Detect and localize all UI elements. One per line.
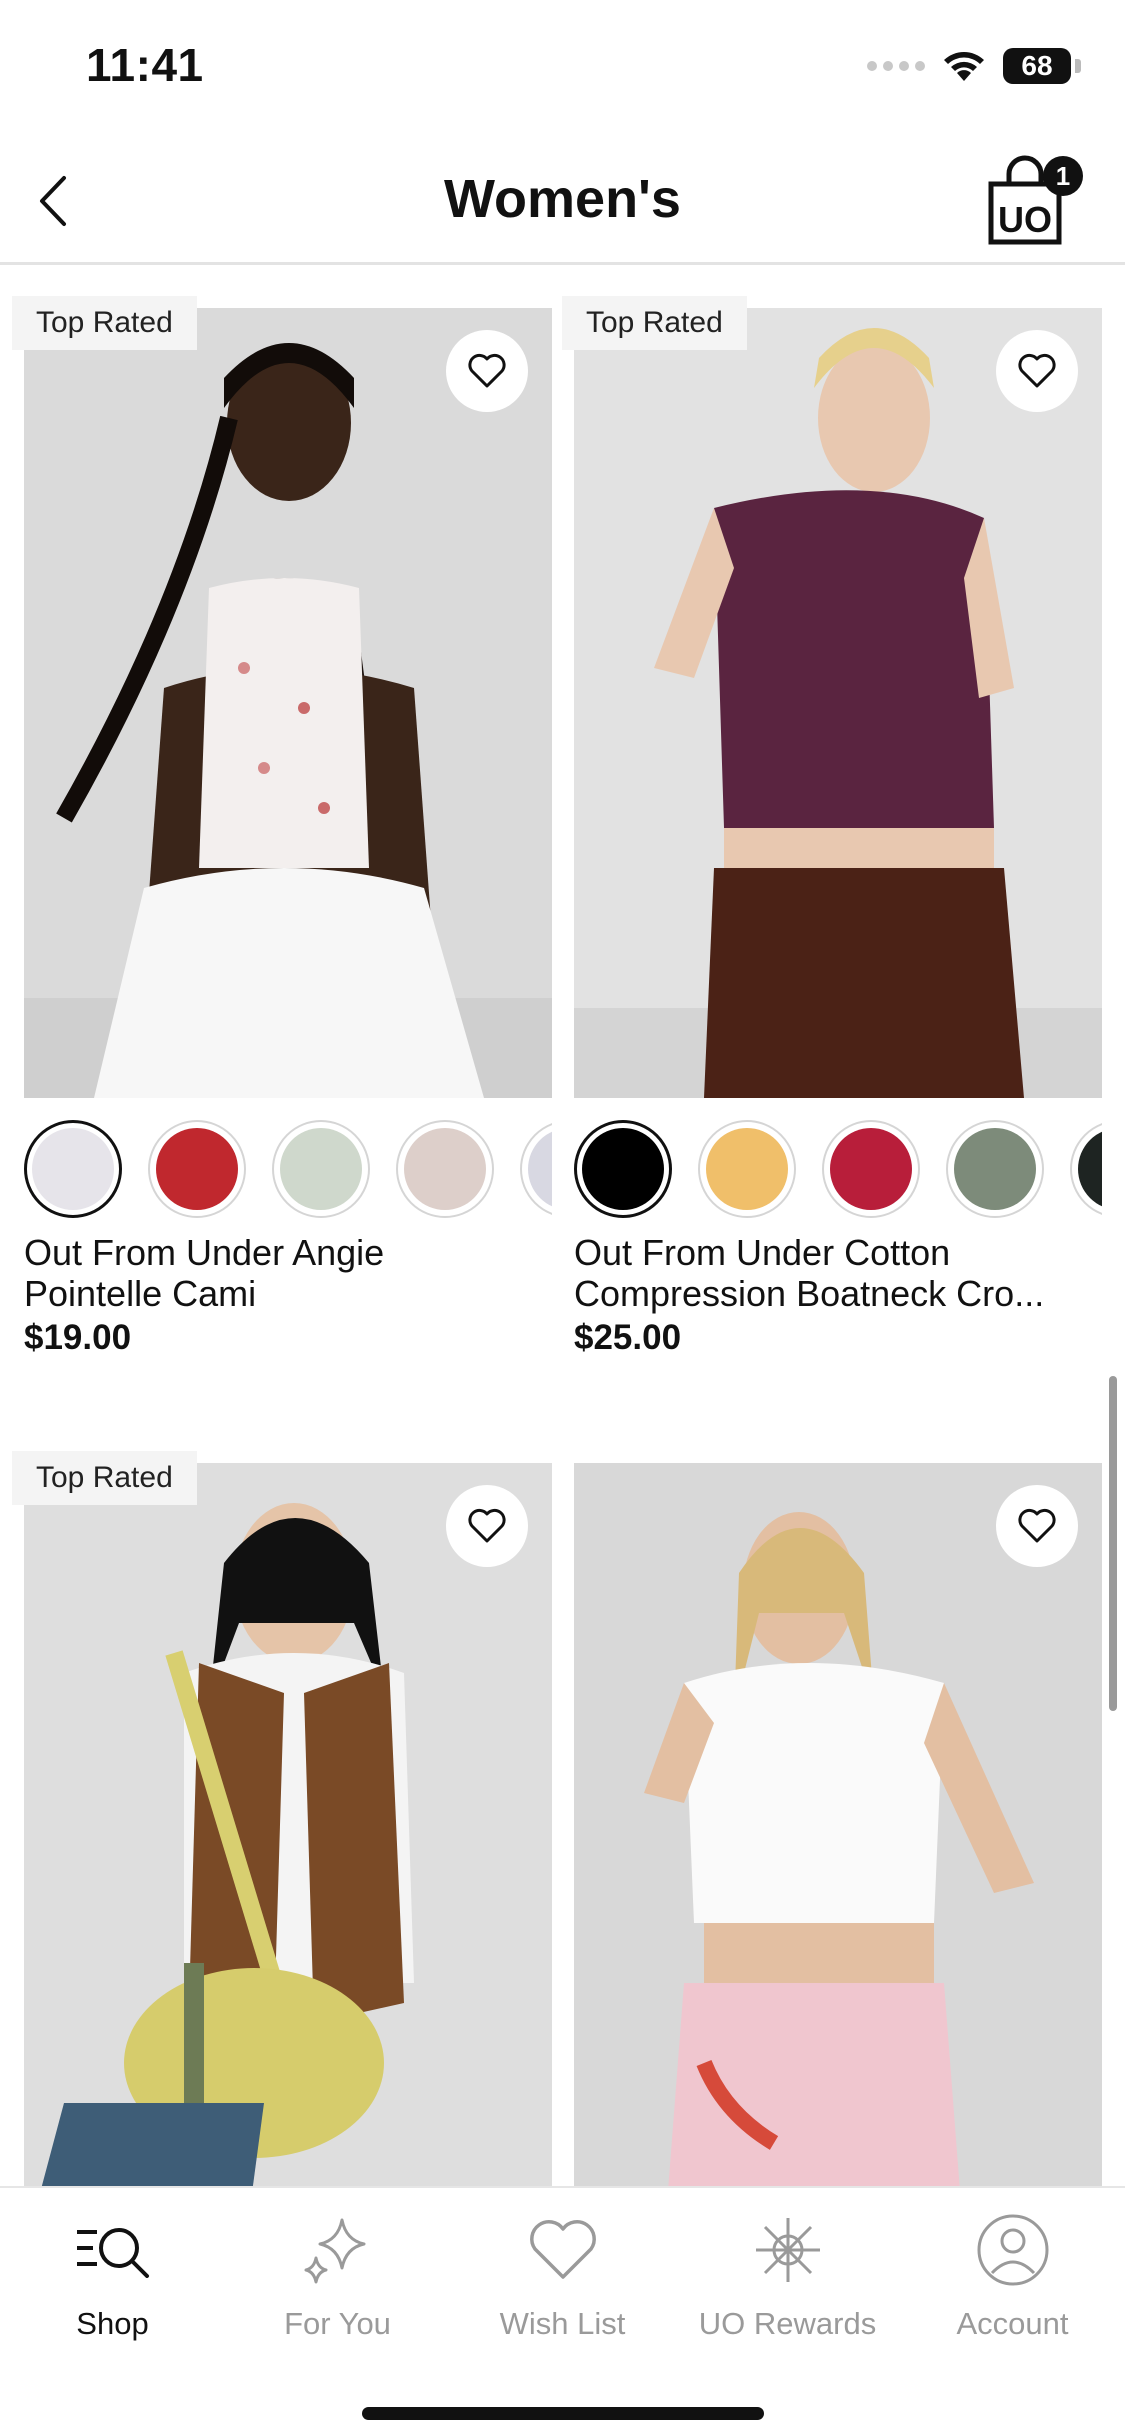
heart-outline-icon: [468, 353, 506, 388]
page-title: Women's: [444, 169, 681, 229]
wishlist-heart-button[interactable]: [996, 330, 1078, 412]
account-icon: [977, 2214, 1048, 2286]
product-name-line: Out From Under Cotton: [574, 1232, 951, 1273]
tab-label: Account: [956, 2306, 1069, 2341]
heart-outline-icon: [468, 1508, 506, 1543]
heart-outline-icon: [1018, 353, 1056, 388]
product-image[interactable]: [24, 308, 552, 1098]
wishlist-heart-button[interactable]: [446, 1485, 528, 1567]
top-rated-badge: Top Rated: [12, 1451, 197, 1505]
product-name-line: Pointelle Cami: [24, 1273, 257, 1314]
tab-label: For You: [284, 2306, 391, 2341]
color-swatch[interactable]: [822, 1120, 920, 1218]
product-name[interactable]: Out From Under Angie Pointelle Cami: [24, 1232, 552, 1314]
product-image[interactable]: [24, 1463, 552, 2186]
wishlist-heart-button[interactable]: [996, 1485, 1078, 1567]
color-swatch[interactable]: [272, 1120, 370, 1218]
product-image[interactable]: [574, 1463, 1102, 2186]
status-time: 11:41: [86, 39, 204, 91]
tab-label: UO Rewards: [698, 2306, 877, 2341]
tab-label: Shop: [76, 2306, 149, 2341]
top-rated-badge: Top Rated: [12, 296, 197, 350]
product-name[interactable]: Out From Under Cotton Compression Boatne…: [574, 1232, 1102, 1314]
product-name-line: Out From Under Angie: [24, 1232, 385, 1273]
shopping-bag-button[interactable]: UO 1: [985, 154, 1083, 254]
color-swatch[interactable]: [520, 1120, 552, 1218]
home-indicator: [362, 2407, 764, 2420]
tab-for-you[interactable]: For You: [228, 2210, 448, 2342]
product-price: $25.00: [574, 1318, 682, 1357]
color-swatch[interactable]: [698, 1120, 796, 1218]
tab-label: Wish List: [499, 2306, 626, 2341]
scroll-indicator[interactable]: [1109, 1376, 1117, 1711]
tab-wish-list[interactable]: Wish List: [453, 2210, 673, 2342]
color-swatch[interactable]: [574, 1120, 672, 1218]
tab-uo-rewards[interactable]: UO Rewards: [678, 2210, 898, 2342]
nav-header: Women's UO 1: [0, 140, 1125, 265]
status-bar: 11:41 68: [0, 0, 1125, 140]
sparkle-icon: [304, 2218, 365, 2284]
wifi-icon: [944, 52, 984, 81]
battery-icon: 68: [1003, 48, 1071, 84]
cellular-signal-icon: [867, 61, 925, 71]
status-icons: 68: [867, 48, 1081, 84]
svg-text:UO: UO: [998, 199, 1052, 240]
rewards-star-icon: [755, 2218, 820, 2282]
tab-shop[interactable]: Shop: [3, 2210, 223, 2342]
color-swatch[interactable]: [1070, 1120, 1102, 1218]
battery-cap: [1075, 59, 1081, 73]
shop-search-icon: [76, 2228, 149, 2278]
bag-count-badge: 1: [1043, 156, 1083, 196]
wishlist-heart-button[interactable]: [446, 330, 528, 412]
color-swatch[interactable]: [24, 1120, 122, 1218]
battery-level: 68: [1021, 50, 1053, 81]
color-swatch[interactable]: [148, 1120, 246, 1218]
heart-outline-icon: [1018, 1508, 1056, 1543]
tab-account[interactable]: Account: [903, 2210, 1123, 2342]
product-grid: Top Rated Out From Under Angie Pointelle…: [0, 268, 1125, 2186]
color-swatch[interactable]: [946, 1120, 1044, 1218]
color-swatches: [574, 1120, 1102, 1220]
product-image[interactable]: [574, 308, 1102, 1098]
color-swatches: [24, 1120, 552, 1220]
tab-bar: Shop For You Wish List UO Rewards Accoun…: [0, 2186, 1125, 2436]
product-name-line: Compression Boatneck Cro...: [574, 1273, 1045, 1314]
product-price: $19.00: [24, 1318, 132, 1357]
top-rated-badge: Top Rated: [562, 296, 747, 350]
color-swatch[interactable]: [396, 1120, 494, 1218]
heart-icon: [529, 2220, 596, 2279]
